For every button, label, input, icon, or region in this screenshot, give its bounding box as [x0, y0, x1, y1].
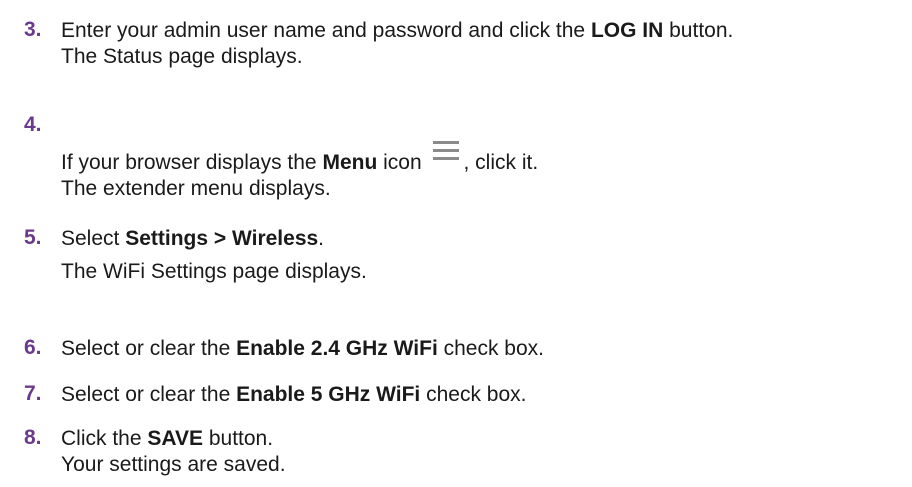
step-body: Click the SAVE button. Your settings are…: [61, 426, 912, 478]
step-text: , click it.: [463, 151, 539, 174]
ui-term: Settings > Wireless: [125, 227, 319, 250]
step-line: Click the SAVE button.: [61, 426, 912, 452]
step-text: check box.: [437, 337, 545, 360]
step-result: Your settings are saved.: [61, 453, 286, 476]
step-line: If your browser displays the Menu icon ,…: [61, 141, 912, 176]
step-result: The Status page displays.: [61, 45, 303, 68]
ui-term: SAVE: [147, 427, 203, 450]
step-number: 5.: [24, 226, 42, 249]
step-line: Enter your admin user name and password …: [61, 18, 912, 44]
step-body: Enter your admin user name and password …: [61, 18, 912, 70]
step-text: Click the: [61, 427, 148, 450]
step-body: Select or clear the Enable 2.4 GHz WiFi …: [61, 336, 912, 362]
step-body: Select or clear the Enable 5 GHz WiFi ch…: [61, 382, 912, 408]
ui-term: Enable 2.4 GHz WiFi: [236, 337, 438, 360]
step-text: button.: [203, 427, 274, 450]
step-number: 4.: [24, 113, 42, 136]
step-text: Select or clear the: [61, 383, 237, 406]
step-text: icon: [377, 151, 428, 174]
ui-term: LOG IN: [590, 19, 664, 42]
step-number: 8.: [24, 426, 42, 449]
step-text: Select or clear the: [61, 337, 237, 360]
step-text: Enter your admin user name and password …: [61, 19, 591, 42]
menu-hamburger-icon: [433, 141, 460, 161]
step-text: .: [318, 227, 325, 250]
step-result: The extender menu displays.: [61, 177, 331, 200]
step-number: 6.: [24, 336, 42, 359]
step-text: If your browser displays the: [61, 151, 323, 174]
step-line: Select or clear the Enable 5 GHz WiFi ch…: [61, 382, 912, 408]
ui-term: Menu: [322, 151, 378, 174]
step-text: Select: [61, 227, 126, 250]
step-body: Select Settings > Wireless. The WiFi Set…: [61, 226, 912, 285]
step-result: The WiFi Settings page displays.: [61, 260, 367, 283]
step-body: If your browser displays the Menu icon ,…: [61, 141, 912, 202]
step-text: check box.: [420, 383, 527, 406]
step-line: Select or clear the Enable 2.4 GHz WiFi …: [61, 336, 912, 362]
step-number: 7.: [24, 382, 42, 405]
step-number: 3.: [24, 18, 42, 41]
ui-term: Enable 5 GHz WiFi: [236, 383, 421, 406]
step-line: Select Settings > Wireless.: [61, 226, 912, 252]
step-text: button.: [663, 19, 734, 42]
